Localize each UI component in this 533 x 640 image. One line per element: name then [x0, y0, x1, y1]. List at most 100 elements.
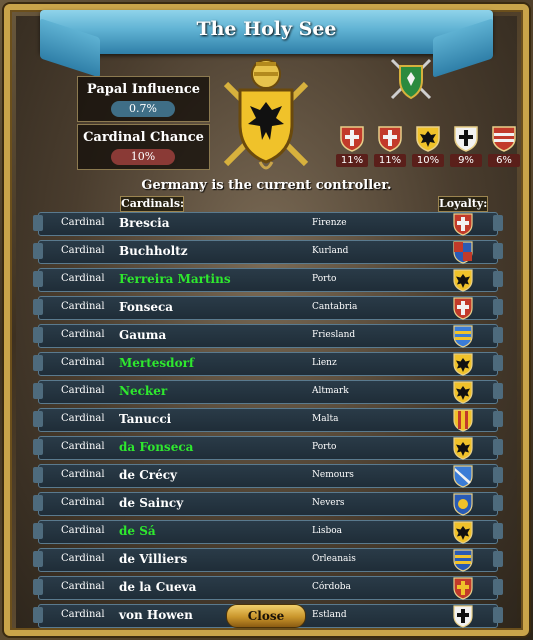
cross-shield-icon — [453, 577, 473, 600]
cardinal-province: Córdoba — [312, 582, 351, 592]
cardinal-row[interactable]: Cardinal da Fonseca Porto — [33, 436, 503, 460]
lion-shield-icon — [453, 493, 473, 516]
cardinal-role: Cardinal — [61, 273, 105, 284]
loyalty-shield — [451, 604, 475, 632]
cardinal-role: Cardinal — [61, 413, 105, 424]
cardinal-name: de Villiers — [119, 552, 188, 566]
cardinal-row[interactable]: Cardinal de Sá Lisboa — [33, 520, 503, 544]
cardinal-row[interactable]: Cardinal Tanucci Malta — [33, 408, 503, 432]
cardinal-row[interactable]: Cardinal Necker Altmark — [33, 380, 503, 404]
candidate-1[interactable]: 11% — [336, 124, 368, 170]
cardinal-name: da Fonseca — [119, 440, 194, 454]
candidate-pct: 11% — [374, 154, 406, 167]
cross-shield-icon — [453, 213, 473, 236]
cardinal-province: Cantabria — [312, 302, 358, 312]
cardinal-province: Malta — [312, 414, 339, 424]
candidate-2[interactable]: 11% — [374, 124, 406, 170]
cardinal-name: Necker — [119, 384, 168, 398]
cardinal-province: Porto — [312, 442, 337, 452]
eagle-shield-icon — [453, 521, 473, 544]
cardinal-role: Cardinal — [61, 301, 105, 312]
cardinal-row[interactable]: Cardinal Mertesdorf Lienz — [33, 352, 503, 376]
cardinal-row[interactable]: Cardinal Brescia Firenze — [33, 212, 503, 236]
cardinal-role: Cardinal — [61, 469, 105, 480]
cardinal-province: Lienz — [312, 358, 337, 368]
papal-coat-of-arms-icon — [223, 59, 309, 170]
cardinal-province: Nevers — [312, 498, 345, 508]
cardinal-row[interactable]: Cardinal de Crécy Nemours — [33, 464, 503, 488]
cardinal-role: Cardinal — [61, 441, 105, 452]
eagle-shield-icon — [453, 381, 473, 404]
cardinal-role: Cardinal — [61, 553, 105, 564]
cardinal-chance-box: Cardinal Chance 10% — [77, 124, 210, 170]
loyalty-shield — [451, 240, 475, 268]
cardinal-chance-value: 10% — [111, 149, 175, 165]
cardinal-role: Cardinal — [61, 581, 105, 592]
cardinal-province: Estland — [312, 610, 347, 620]
cross-shield-icon — [453, 297, 473, 320]
cardinal-province: Firenze — [312, 218, 347, 228]
cross-shield-icon — [378, 126, 402, 152]
loyalty-shield — [451, 352, 475, 380]
cardinal-province: Porto — [312, 274, 337, 284]
papal-influence-box: Papal Influence 0.7% — [77, 76, 210, 122]
loyalty-shield — [451, 212, 475, 240]
candidate-4[interactable]: 9% — [450, 124, 482, 170]
loyalty-shield — [451, 436, 475, 464]
bars-shield-icon — [453, 549, 473, 572]
loyalty-shield — [451, 324, 475, 352]
cardinal-province: Kurland — [312, 246, 349, 256]
cardinal-name: Tanucci — [119, 412, 172, 426]
cross-shield-icon — [454, 126, 478, 152]
loyalty-shield — [451, 296, 475, 324]
candidate-pct: 11% — [336, 154, 368, 167]
cardinal-name: Brescia — [119, 216, 170, 230]
cardinal-row[interactable]: Cardinal de la Cueva Córdoba — [33, 576, 503, 600]
stripes-shield-icon — [453, 409, 473, 432]
cardinal-row[interactable]: Cardinal Gauma Friesland — [33, 324, 503, 348]
candidate-3[interactable]: 10% — [412, 124, 444, 170]
cardinal-province: Nemours — [312, 470, 354, 480]
papal-influence-label: Papal Influence — [86, 82, 201, 97]
cardinal-list: Cardinal Brescia Firenze Cardinal Buchholtz K… — [33, 212, 503, 632]
loyalty-shield — [451, 576, 475, 604]
cardinal-name: Ferreira Martins — [119, 272, 231, 286]
close-button[interactable]: Close — [226, 604, 306, 628]
loyalty-shield — [451, 268, 475, 296]
cardinal-row[interactable]: Cardinal Buchholtz Kurland — [33, 240, 503, 264]
cardinal-row[interactable]: Cardinal Ferreira Martins Porto — [33, 268, 503, 292]
loyalty-shield — [451, 548, 475, 576]
cardinal-role: Cardinal — [61, 357, 105, 368]
quartered-shield-icon — [453, 241, 473, 264]
cardinal-name: Mertesdorf — [119, 356, 195, 370]
eagle-shield-icon — [453, 269, 473, 292]
cross-shield-icon — [453, 605, 473, 628]
candidate-5[interactable]: 6% — [488, 124, 520, 170]
window-title: The Holy See — [196, 18, 337, 40]
loyalty-header: Loyalty: — [438, 196, 488, 212]
cardinal-role: Cardinal — [61, 385, 105, 396]
cardinal-role: Cardinal — [61, 245, 105, 256]
cardinal-province: Orleanais — [312, 554, 356, 564]
cardinal-role: Cardinal — [61, 525, 105, 536]
diagonal-shield-icon — [453, 465, 473, 488]
cardinal-name: de Sá — [119, 524, 156, 538]
cardinal-row[interactable]: Cardinal Fonseca Cantabria — [33, 296, 503, 320]
cardinals-header: Cardinals: — [120, 196, 185, 212]
cardinal-role: Cardinal — [61, 329, 105, 340]
loyalty-shield — [451, 408, 475, 436]
candidate-pct: 10% — [412, 154, 444, 167]
cardinal-row[interactable]: Cardinal de Villiers Orleanais — [33, 548, 503, 572]
crossed-swords-shield-icon — [390, 58, 432, 100]
cardinal-row[interactable]: Cardinal de Saincy Nevers — [33, 492, 503, 516]
cardinal-role: Cardinal — [61, 217, 105, 228]
bars-shield-icon — [453, 325, 473, 348]
cross-shield-icon — [340, 126, 364, 152]
cardinal-role: Cardinal — [61, 497, 105, 508]
cardinal-chance-label: Cardinal Chance — [83, 130, 204, 145]
loyalty-shield — [451, 520, 475, 548]
eagle-shield-icon — [453, 437, 473, 460]
cardinal-name: Buchholtz — [119, 244, 188, 258]
papal-influence-value: 0.7% — [111, 101, 175, 117]
holy-see-window: The Holy See Papal Influence 0.7% Cardin… — [0, 0, 533, 640]
